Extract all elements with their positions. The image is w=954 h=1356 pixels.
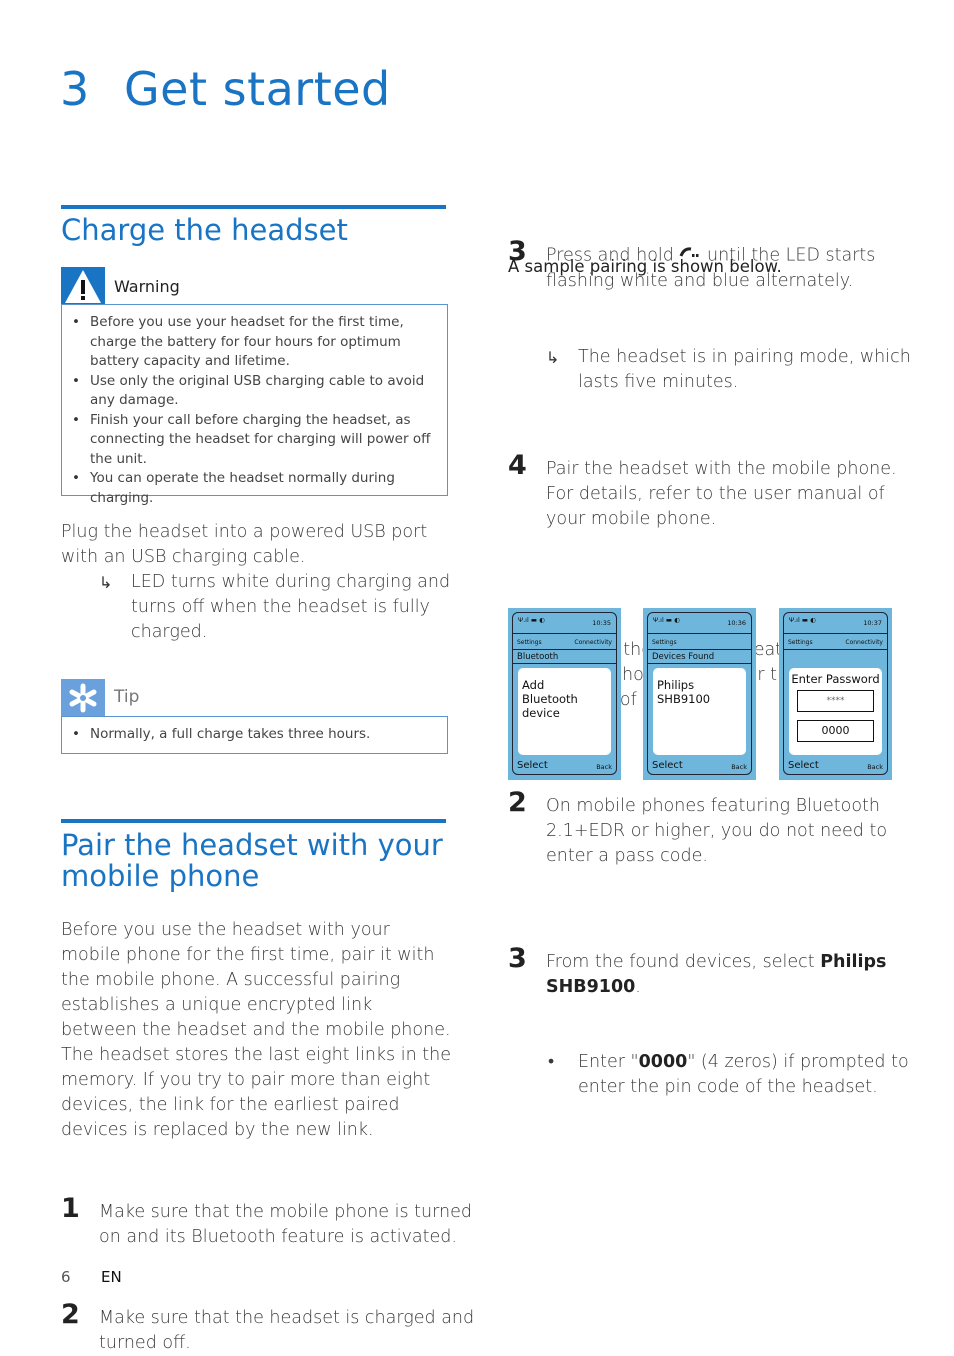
pair-step: 2 Make sure that the headset is charged … xyxy=(61,1301,489,1356)
tip-icon xyxy=(61,679,105,717)
warning-item: You can operate the headset normally dur… xyxy=(62,469,441,508)
section-title-charge: Charge the headset xyxy=(61,213,348,247)
section-title-line: Pair the headset with your xyxy=(61,828,443,862)
step-number: 4 xyxy=(508,449,527,481)
result-arrow-icon: ↳ xyxy=(99,573,113,592)
language-code: EN xyxy=(101,1268,122,1286)
section-title-pair: Pair the headset with your mobile phone xyxy=(61,830,443,892)
step-text: . xyxy=(635,976,641,997)
softkey-select: Select xyxy=(788,760,819,771)
sample-heading: A sample pairing is shown below. xyxy=(508,257,782,276)
step-number: 2 xyxy=(61,1299,80,1330)
section-rule xyxy=(61,205,446,209)
phone-menu-title: Bluetooth xyxy=(517,652,559,662)
step-number: 3 xyxy=(508,942,527,974)
tip-label: Tip xyxy=(114,687,140,707)
charge-result-text: LED turns white during charging and turn… xyxy=(131,572,451,642)
phone-screen-bluetooth: Ψ.ıl ▬ ◐ 10:35 Settings Connectivity Blue… xyxy=(508,608,621,780)
softkey-select: Select xyxy=(517,760,548,771)
phone-breadcrumb: Settings Connectivity xyxy=(517,639,612,646)
clock: 10:37 xyxy=(863,619,882,627)
warning-item: Before you use your headset for the firs… xyxy=(62,313,441,372)
sub-text: Enter " xyxy=(578,1051,639,1072)
step-result: ↳ The headset is in pairing mode, which … xyxy=(546,345,923,395)
signal-icon: Ψ.ıl ▬ ◐ xyxy=(653,616,680,624)
chapter-number: 3 xyxy=(60,62,90,116)
step-number: 1 xyxy=(61,1193,80,1224)
sample-sub-item: • Enter "0000" (4 zeros) if prompted to … xyxy=(546,1050,923,1100)
masked-field: **** xyxy=(797,690,874,712)
warning-icon xyxy=(61,267,105,305)
page-number: 6 xyxy=(61,1268,71,1286)
phone-menu-title: Devices Found xyxy=(652,652,715,662)
sample-step: 3 From the found devices, select Philips… xyxy=(508,945,926,1000)
status-bar: Ψ.ıl ▬ ◐ 10:36 xyxy=(653,616,746,630)
softkey-back: Back xyxy=(596,763,612,771)
phone-breadcrumb: Settings xyxy=(652,639,677,646)
chapter-title-text: Get started xyxy=(124,62,391,116)
pin-code: 0000 xyxy=(638,1051,688,1072)
step-text: Make sure that the headset is charged an… xyxy=(99,1308,475,1353)
step-text: Pair the headset with the mobile phone. … xyxy=(546,458,897,529)
phone-content: Add Bluetooth device xyxy=(518,668,611,755)
pair-intro: Before you use the headset with your mob… xyxy=(61,920,451,1140)
sample-step: 2 On mobile phones featuring Bluetooth 2… xyxy=(508,789,926,869)
tip-box: Normally, a full charge takes three hour… xyxy=(61,716,448,754)
section-rule xyxy=(61,819,446,823)
warning-box: Before you use your headset for the firs… xyxy=(61,304,448,506)
step-text: From the found devices, select xyxy=(546,951,821,972)
warning-item: Use only the original USB charging cable… xyxy=(62,372,441,411)
softkey-back: Back xyxy=(867,763,883,771)
status-bar: Ψ.ıl ▬ ◐ 10:37 xyxy=(789,616,882,630)
phone-screen-devices-found: Ψ.ıl ▬ ◐ 10:36 Settings Devices Found Ph… xyxy=(643,608,756,780)
pair-step: 4 Pair the headset with the mobile phone… xyxy=(508,452,926,532)
chapter-title: 3 Get started xyxy=(60,62,391,116)
result-arrow-icon: ↳ xyxy=(546,347,560,367)
phone-screen-enter-password: Ψ.ıl ▬ ◐ 10:37 Settings Connectivity Ente… xyxy=(779,608,892,780)
warning-label: Warning xyxy=(114,277,180,296)
status-bar: Ψ.ıl ▬ ◐ 10:35 xyxy=(518,616,611,630)
bullet: • xyxy=(548,1051,555,1072)
phone-content: Philips SHB9100 xyxy=(653,668,746,755)
pair-step: 1 Make sure that the mobile phone is tur… xyxy=(61,1195,489,1250)
phone-content: Enter Password **** 0000 xyxy=(789,668,882,755)
phone-breadcrumb: Settings Connectivity xyxy=(788,639,883,646)
charge-result: ↳ LED turns white during charging and tu… xyxy=(99,570,471,645)
password-prompt: Enter Password xyxy=(791,672,880,686)
softkey-select: Select xyxy=(652,760,683,771)
step-result-text: The headset is in pairing mode, which la… xyxy=(578,346,911,392)
step-number: 2 xyxy=(508,786,527,818)
clock: 10:36 xyxy=(727,619,746,627)
password-field: 0000 xyxy=(797,720,874,742)
step-text: Make sure that the mobile phone is turne… xyxy=(99,1202,472,1247)
charge-instruction: Plug the headset into a powered USB port… xyxy=(61,522,428,567)
tip-item: Normally, a full charge takes three hour… xyxy=(62,725,447,745)
clock: 10:35 xyxy=(592,619,611,627)
section-title-line: mobile phone xyxy=(61,859,260,893)
step-text: On mobile phones featuring Bluetooth 2.1… xyxy=(546,795,888,866)
signal-icon: Ψ.ıl ▬ ◐ xyxy=(518,616,545,624)
softkey-back: Back xyxy=(731,763,747,771)
signal-icon: Ψ.ıl ▬ ◐ xyxy=(789,616,816,624)
warning-item: Finish your call before charging the hea… xyxy=(62,411,441,470)
